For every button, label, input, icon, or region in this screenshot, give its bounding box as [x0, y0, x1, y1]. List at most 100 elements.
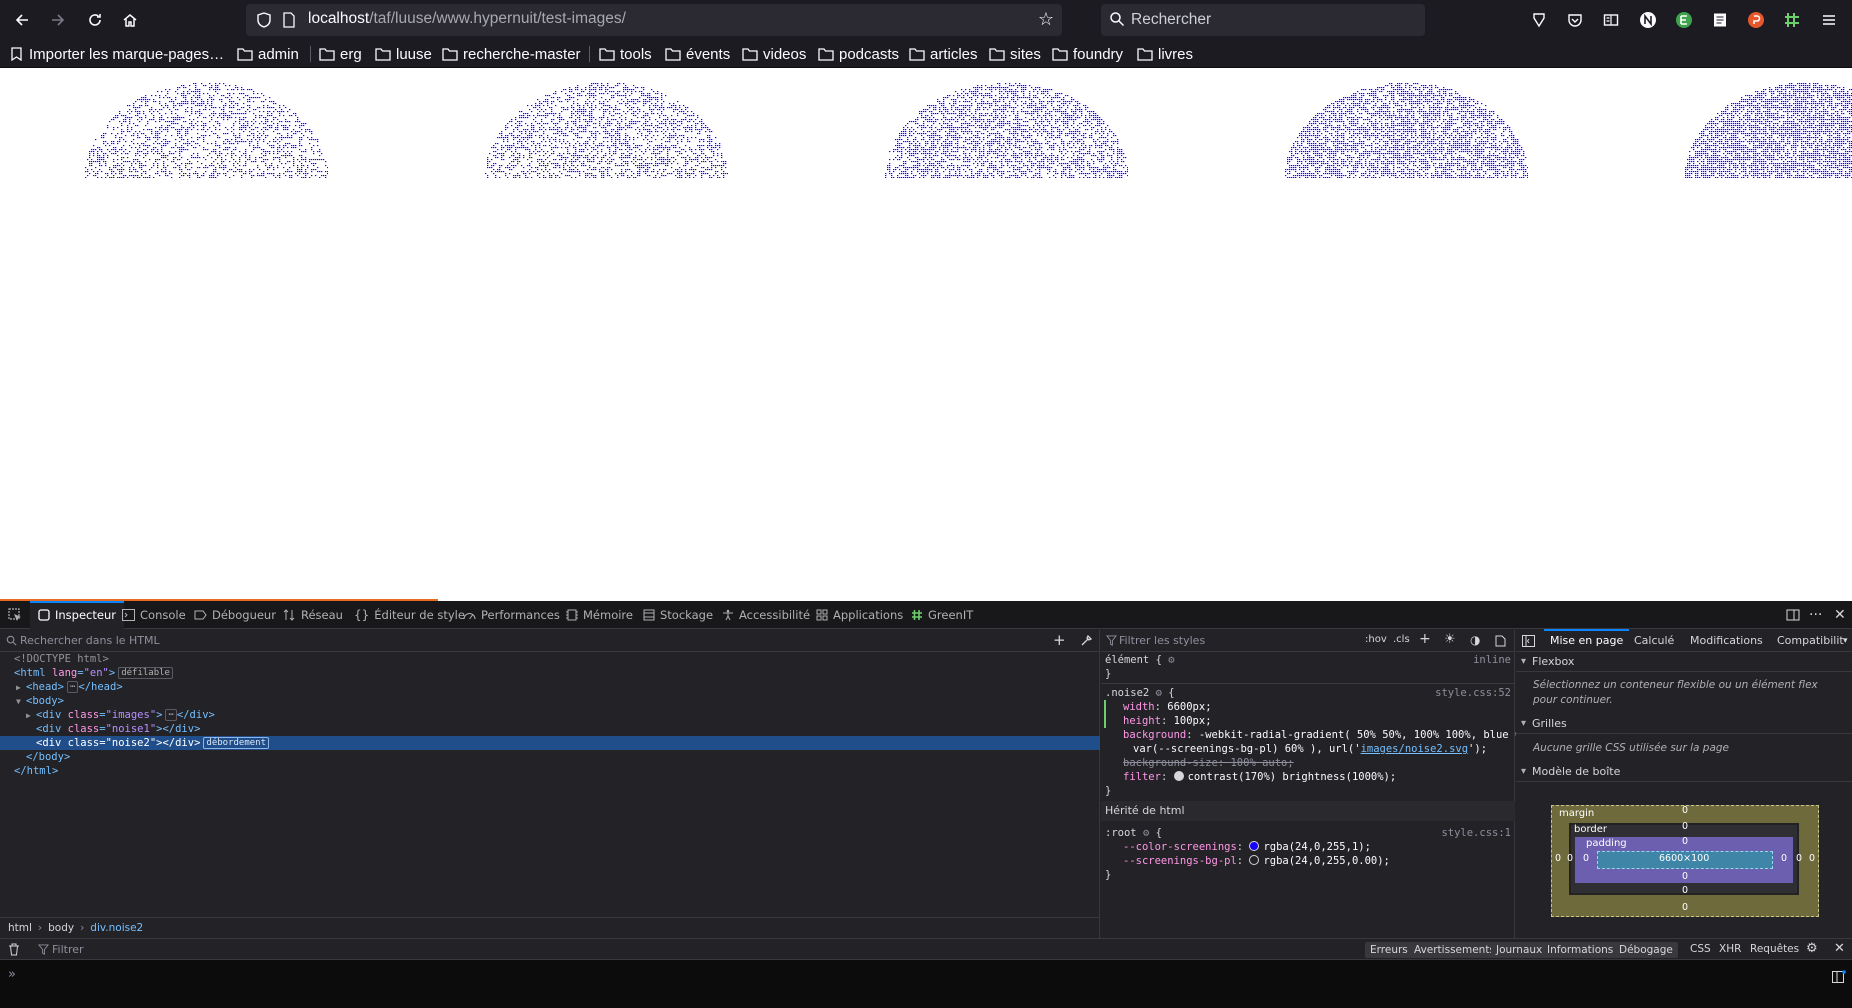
breadcrumb-item[interactable]: body	[48, 922, 74, 934]
gear-icon[interactable]: ⚙	[1168, 654, 1174, 666]
tree-node-html-close[interactable]: </html>	[0, 764, 1100, 778]
editor-mode-icon[interactable]	[1832, 970, 1846, 983]
content-size-value[interactable]: 6600×100	[1659, 853, 1709, 864]
console-filter-input[interactable]: Filtrer	[52, 943, 84, 956]
tree-node-div-images[interactable]: ▶ <div class="images"> ⋯ </div>	[0, 708, 1100, 722]
margin-bottom-value[interactable]: 0	[1675, 902, 1695, 913]
extension-green-icon[interactable]	[1673, 9, 1695, 31]
collapsed-content-icon[interactable]: ⋯	[66, 681, 79, 693]
margin-top-value[interactable]: 0	[1675, 805, 1695, 816]
property-value[interactable]: -webkit-radial-gradient( 50% 50%, 100% 1…	[1199, 729, 1534, 741]
tab-network[interactable]: Réseau	[283, 601, 343, 629]
tab-greenit[interactable]: GreenIT	[911, 601, 973, 629]
scrollable-badge[interactable]: défilable	[118, 667, 173, 679]
filter-swatch-icon[interactable]	[1173, 771, 1184, 781]
print-media-icon[interactable]	[1495, 635, 1506, 647]
filter-xhr-button[interactable]: XHR	[1719, 943, 1741, 955]
filter-debug-button[interactable]: Débogage	[1614, 942, 1678, 958]
tab-memory[interactable]: Mémoire	[566, 601, 633, 629]
toggle-pane-icon[interactable]	[1522, 635, 1535, 647]
url-text[interactable]: localhost/taf/luuse/www.hypernuit/test-i…	[308, 10, 626, 28]
declaration-screenings-bg-pl[interactable]: --screenings-bg-pl: rgba(24,0,255,0.00);	[1105, 854, 1511, 868]
styles-filter-input[interactable]: Filtrer les styles	[1119, 634, 1205, 647]
home-button[interactable]	[116, 6, 144, 34]
tab-performance[interactable]: Performances	[463, 601, 560, 629]
property-name[interactable]: filter	[1123, 771, 1161, 783]
devtools-menu-icon[interactable]: ···	[1809, 601, 1822, 629]
bookmark-folder-tools[interactable]: tools	[599, 44, 652, 64]
back-button[interactable]	[8, 6, 36, 34]
add-rule-icon[interactable]: +	[1419, 631, 1431, 647]
tab-inspector[interactable]: Inspecteur	[30, 601, 124, 629]
add-node-icon[interactable]: +	[1053, 631, 1066, 649]
bookmark-folder-events[interactable]: évents	[665, 44, 730, 64]
tree-node-doctype[interactable]: <!DOCTYPE html>	[0, 652, 1100, 666]
rule-source[interactable]: style.css:1	[1441, 826, 1511, 840]
declaration-width[interactable]: width: 6600px;	[1105, 700, 1511, 714]
bookmark-folder-recherche-master[interactable]: recherche-master	[442, 44, 581, 64]
expand-arrow-icon[interactable]: ▶	[16, 681, 26, 695]
gear-icon[interactable]: ⚙	[1156, 687, 1162, 699]
extension-orange-icon[interactable]	[1745, 9, 1767, 31]
expand-arrow-icon[interactable]: ▶	[26, 709, 36, 723]
rule-source[interactable]: style.css:52	[1435, 686, 1511, 700]
bookmark-folder-foundry[interactable]: foundry	[1052, 44, 1123, 64]
tab-debugger[interactable]: Débogueur	[194, 601, 276, 629]
grids-section-header[interactable]: Grilles	[1516, 714, 1852, 734]
property-value[interactable]: rgba(24,0,255,1);	[1263, 841, 1370, 853]
bookmark-folder-videos[interactable]: videos	[742, 44, 806, 64]
rule-root-header[interactable]: :root ⚙ {style.css:1	[1105, 826, 1511, 840]
cls-toggle[interactable]: .cls	[1393, 634, 1410, 645]
light-theme-icon[interactable]: ☀	[1444, 632, 1456, 647]
declaration-background[interactable]: background: -webkit-radial-gradient( 50%…	[1105, 728, 1534, 742]
search-bar[interactable]: Rechercher	[1101, 4, 1425, 36]
greenit-extension-icon[interactable]	[1781, 9, 1803, 31]
rule-noise2-header[interactable]: .noise2 ⚙ {style.css:52	[1105, 686, 1511, 700]
filter-errors-button[interactable]: Erreurs	[1365, 942, 1413, 958]
property-name[interactable]: width	[1123, 701, 1155, 713]
property-value[interactable]: 6600px;	[1167, 701, 1211, 713]
border-bottom-value[interactable]: 0	[1675, 885, 1695, 896]
tab-computed[interactable]: Calculé	[1634, 630, 1674, 652]
breadcrumb-item[interactable]: div.noise2	[90, 922, 143, 934]
dark-theme-icon[interactable]: ◑	[1470, 633, 1480, 647]
property-name[interactable]: background	[1123, 729, 1186, 741]
tree-node-div-noise2[interactable]: <div class="noise2"></div> débordement	[0, 736, 1100, 750]
padding-left-value[interactable]: 0	[1576, 853, 1596, 864]
collapsed-content-icon[interactable]: ⋯	[165, 709, 177, 721]
dock-side-button[interactable]	[1786, 601, 1800, 629]
close-split-console-icon[interactable]: ✕	[1834, 941, 1845, 956]
property-value[interactable]: contrast(170%) brightness(1000%);	[1188, 771, 1397, 783]
url-bar[interactable]: localhost/taf/luuse/www.hypernuit/test-i…	[246, 4, 1062, 36]
declaration-background-cont[interactable]: var(--screenings-bg-pl) 60% ), url('imag…	[1105, 742, 1511, 756]
property-name[interactable]: background-size	[1123, 757, 1218, 769]
overflow-badge[interactable]: débordement	[203, 737, 270, 749]
overflow-menu-icon[interactable]	[1818, 9, 1840, 31]
filter-css-button[interactable]: CSS	[1690, 943, 1711, 955]
border-top-value[interactable]: 0	[1675, 821, 1695, 832]
property-value[interactable]: 100% auto;	[1230, 757, 1293, 769]
close-devtools-icon[interactable]: ✕	[1834, 601, 1846, 629]
forward-button[interactable]	[44, 6, 72, 34]
console-input[interactable]: »	[0, 960, 1852, 1008]
filter-requests-button[interactable]: Requêtes	[1750, 943, 1799, 955]
declaration-height[interactable]: height: 100px;	[1105, 714, 1511, 728]
reader-view-icon[interactable]	[1600, 9, 1622, 31]
pocket-icon[interactable]	[1564, 9, 1586, 31]
property-name[interactable]: --color-screenings	[1123, 841, 1237, 853]
bookmark-folder-sites[interactable]: sites	[989, 44, 1041, 64]
reload-button[interactable]	[81, 6, 109, 34]
filter-info-button[interactable]: Informations	[1542, 942, 1619, 958]
gear-icon[interactable]: ⚙	[1143, 827, 1149, 839]
bookmark-star-icon[interactable]: ☆	[1038, 9, 1054, 30]
bookmark-folder-erg[interactable]: erg	[319, 44, 362, 64]
extension-doc-icon[interactable]	[1709, 9, 1731, 31]
hov-toggle[interactable]: :hov	[1365, 634, 1387, 645]
bookmark-folder-admin[interactable]: admin	[237, 44, 299, 64]
rule-source[interactable]: inline	[1473, 653, 1511, 667]
tab-changes[interactable]: Modifications	[1690, 630, 1763, 652]
bookmark-folder-podcasts[interactable]: podcasts	[818, 44, 899, 64]
rule-element-header[interactable]: élément { ⚙ inline	[1105, 653, 1511, 667]
property-value[interactable]: rgba(24,0,255,0.00);	[1263, 855, 1389, 867]
shield-icon[interactable]	[256, 12, 272, 28]
